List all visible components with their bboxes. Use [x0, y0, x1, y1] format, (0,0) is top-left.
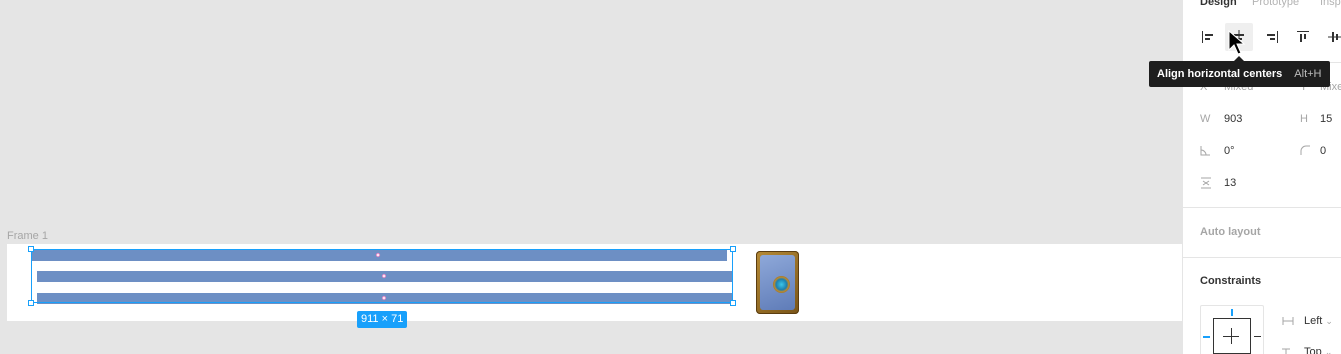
vertical-constraint-value: Top [1304, 346, 1322, 354]
chevron-down-icon: ⌄ [1325, 316, 1333, 326]
align-vertical-centers-icon [1328, 32, 1341, 42]
horizontal-constraint-value: Left [1304, 315, 1323, 327]
align-right-icon [1267, 31, 1278, 43]
card-gem [773, 276, 790, 293]
divider [1183, 207, 1341, 208]
constraint-center-h [1223, 336, 1239, 337]
corner-radius-field[interactable]: 0 [1320, 145, 1326, 157]
tab-inspect[interactable]: Insp [1320, 0, 1341, 8]
divider [1183, 257, 1341, 258]
hearthstone-card-back-image[interactable] [756, 251, 799, 314]
tab-prototype[interactable]: Prototype [1252, 0, 1299, 8]
constraint-right-marker[interactable] [1254, 336, 1261, 337]
height-field[interactable]: 15 [1320, 113, 1332, 125]
rotation-icon [1200, 146, 1210, 156]
horizontal-constraint-select[interactable]: Left ⌄ [1304, 315, 1333, 327]
spacing-icon [1201, 177, 1211, 189]
align-vertical-centers-button[interactable] [1321, 23, 1341, 51]
height-label: H [1300, 113, 1308, 125]
align-top-button[interactable] [1289, 23, 1317, 51]
align-top-icon [1297, 31, 1309, 42]
card-inner [760, 255, 795, 310]
chevron-down-icon: ⌄ [1324, 347, 1333, 354]
resize-handle-bottom-right[interactable] [730, 300, 736, 306]
resize-handle-top-right[interactable] [730, 246, 736, 252]
align-left-button[interactable] [1194, 23, 1222, 51]
vertical-constraint-icon [1282, 348, 1290, 354]
auto-layout-title[interactable]: Auto layout [1200, 226, 1261, 238]
align-right-button[interactable] [1258, 23, 1286, 51]
resize-handle-bottom-left[interactable] [28, 300, 34, 306]
align-left-icon [1202, 31, 1213, 43]
rotation-field[interactable]: 0° [1224, 145, 1235, 157]
tab-design[interactable]: Design [1200, 0, 1237, 8]
size-badge: 911 × 71 [357, 311, 408, 328]
corner-radius-icon [1300, 145, 1310, 155]
constraint-top-marker[interactable] [1231, 309, 1233, 316]
constraints-title: Constraints [1200, 275, 1262, 287]
vertical-constraint-select[interactable]: Top ⌄ [1304, 346, 1332, 354]
design-panel: Design Prototype Insp X Mixed Y Mixed W … [1182, 0, 1341, 354]
tooltip-shortcut: Alt+H [1294, 68, 1322, 80]
width-label: W [1200, 113, 1211, 125]
spacing-field[interactable]: 13 [1224, 177, 1236, 189]
tooltip: Align horizontal centers Alt+H [1149, 61, 1330, 87]
resize-handle-top-left[interactable] [28, 246, 34, 252]
tooltip-text: Align horizontal centers [1157, 68, 1283, 80]
mouse-cursor-icon [1228, 30, 1246, 55]
canvas[interactable]: Frame 1 911 × 71 [0, 0, 1182, 354]
width-field[interactable]: 903 [1224, 113, 1242, 125]
constraint-left-marker[interactable] [1203, 336, 1210, 338]
constraints-widget[interactable] [1200, 305, 1264, 354]
frame-label[interactable]: Frame 1 [7, 230, 48, 242]
horizontal-constraint-icon [1282, 317, 1294, 325]
